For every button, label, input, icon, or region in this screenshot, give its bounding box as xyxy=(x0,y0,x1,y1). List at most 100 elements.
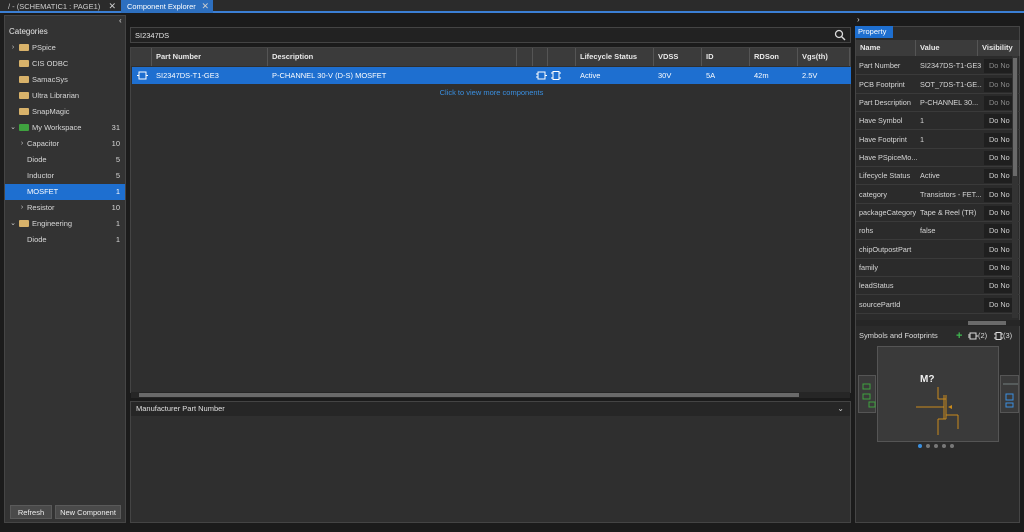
folder-icon xyxy=(19,44,29,51)
property-row[interactable]: Have Footprint 1 Do No xyxy=(856,131,1020,149)
category-count: 10 xyxy=(111,139,120,148)
table-row[interactable]: SI2347DS-T1-GE3 P-CHANNEL 30-V (D-S) MOS… xyxy=(132,67,851,84)
property-row[interactable]: Lifecycle Status Active Do No xyxy=(856,167,1020,185)
property-name: Have PSpiceMo... xyxy=(859,153,917,162)
new-component-button[interactable]: New Component xyxy=(55,505,121,519)
category-item-capacitor[interactable]: › Capacitor 10 xyxy=(5,136,125,152)
column-header-id[interactable]: ID xyxy=(702,48,750,66)
property-value: SI2347DS-T1-GE3 xyxy=(920,61,982,70)
manufacturer-panel: Manufacturer Part Number ⌄ xyxy=(130,401,851,523)
category-count: 10 xyxy=(111,203,120,212)
category-item-resistor[interactable]: › Resistor 10 xyxy=(5,200,125,216)
category-item-my-workspace[interactable]: ⌄ My Workspace 31 xyxy=(5,120,125,136)
property-column-value[interactable]: Value xyxy=(916,40,978,56)
category-label: Diode xyxy=(27,235,47,244)
symbol-count: (2) xyxy=(978,331,988,340)
workspace-icon xyxy=(19,124,29,131)
scrollbar-thumb[interactable] xyxy=(968,321,1006,325)
property-row[interactable]: Have PSpiceMo... Do No xyxy=(856,149,1020,167)
symbol-preview[interactable]: M? xyxy=(877,346,999,442)
category-item-cis-odbc[interactable]: CIS ODBC xyxy=(5,56,125,72)
column-header-symbol[interactable] xyxy=(533,48,548,66)
column-header-vgs[interactable]: Vgs(th) xyxy=(798,48,850,66)
collapse-right-icon[interactable]: › xyxy=(857,15,860,24)
property-column-name[interactable]: Name xyxy=(856,40,916,56)
property-value: Transistors - FET... xyxy=(920,190,982,199)
property-name: Lifecycle Status xyxy=(859,171,911,180)
column-header-footprint[interactable] xyxy=(548,48,576,66)
property-row[interactable]: Part Number SI2347DS-T1-GE3 Do No xyxy=(856,57,1020,75)
category-item-engineering-diode[interactable]: Diode 1 xyxy=(5,232,125,248)
carousel-dots[interactable] xyxy=(917,443,957,449)
collapse-left-icon[interactable]: ‹ xyxy=(119,16,122,25)
symbol-thumbnail[interactable] xyxy=(1000,375,1019,413)
scrollbar-thumb[interactable] xyxy=(1013,58,1017,176)
property-row[interactable]: rohs false Do No xyxy=(856,222,1020,240)
close-icon[interactable]: ✕ xyxy=(201,0,209,13)
expand-icon[interactable]: › xyxy=(18,136,26,152)
cell-part-number: SI2347DS-T1-GE3 xyxy=(156,71,219,80)
tab-component-explorer-label: Component Explorer xyxy=(127,2,196,11)
property-name: packageCategory xyxy=(859,208,917,217)
tab-property[interactable]: Property xyxy=(855,26,893,38)
column-header-blank[interactable] xyxy=(517,48,533,66)
category-count: 31 xyxy=(111,123,120,132)
chevron-down-icon[interactable]: ⌄ xyxy=(9,216,17,232)
expand-icon[interactable]: › xyxy=(18,200,26,216)
refresh-button[interactable]: Refresh xyxy=(10,505,52,519)
property-row[interactable]: family Do No xyxy=(856,259,1020,277)
property-name: Have Footprint xyxy=(859,135,907,144)
close-icon[interactable]: ✕ xyxy=(108,0,116,13)
expand-icon[interactable]: › xyxy=(9,40,17,56)
property-value: P-CHANNEL 30... xyxy=(920,98,979,107)
property-row[interactable]: sourcePartId Do No xyxy=(856,296,1020,314)
category-item-snapmagic[interactable]: SnapMagic xyxy=(5,104,125,120)
property-horizontal-scrollbar[interactable] xyxy=(856,320,1020,326)
symbols-footprints-header: Symbols and Footprints + (2) (3) xyxy=(856,329,1020,343)
column-header-vdss[interactable]: VDSS xyxy=(654,48,702,66)
property-row[interactable]: chipOutpostPart Do No xyxy=(856,241,1020,259)
category-item-inductor[interactable]: Inductor 5 xyxy=(5,168,125,184)
property-name: category xyxy=(859,190,887,199)
column-header-part-number[interactable]: Part Number xyxy=(152,48,268,66)
column-header-description[interactable]: Description xyxy=(268,48,517,66)
column-header-rdson[interactable]: RDSon xyxy=(750,48,798,66)
chevron-down-icon[interactable]: ⌄ xyxy=(9,120,17,136)
view-more-link[interactable]: Click to view more components xyxy=(131,88,852,97)
manufacturer-header[interactable]: Manufacturer Part Number ⌄ xyxy=(131,402,850,416)
footprint-preview-icon xyxy=(862,383,876,408)
tab-component-explorer[interactable]: Component Explorer ✕ xyxy=(121,0,213,13)
footprint-thumbnail[interactable] xyxy=(858,375,876,413)
category-item-pspice[interactable]: › PSpice xyxy=(5,40,125,56)
grid-horizontal-scrollbar[interactable] xyxy=(131,392,850,398)
category-item-mosfet[interactable]: MOSFET 1 xyxy=(5,184,125,200)
search-icon[interactable] xyxy=(834,29,846,41)
property-name: sourcePartId xyxy=(859,300,901,309)
folder-icon xyxy=(19,108,29,115)
footprint-icon[interactable] xyxy=(551,71,561,80)
schematic-symbol-icon[interactable] xyxy=(536,71,547,80)
property-vertical-scrollbar[interactable] xyxy=(1012,56,1018,318)
add-icon[interactable]: + xyxy=(956,329,962,343)
property-row[interactable]: PCB Footprint SOT_7DS-T1-GE... Do No xyxy=(856,76,1020,94)
column-header-lifecycle[interactable]: Lifecycle Status xyxy=(576,48,654,66)
property-row[interactable]: Part Description P-CHANNEL 30... Do No xyxy=(856,94,1020,112)
schematic-symbol-icon[interactable] xyxy=(968,332,978,340)
category-label: SamacSys xyxy=(32,75,68,84)
property-row[interactable]: leadStatus Do No xyxy=(856,277,1020,295)
tab-schematic[interactable]: / - (SCHEMATIC1 : PAGE1) ✕ xyxy=(2,0,120,13)
category-item-engineering[interactable]: ⌄ Engineering 1 xyxy=(5,216,125,232)
property-row[interactable]: category Transistors - FET... Do No xyxy=(856,186,1020,204)
property-row[interactable]: packageCategory Tape & Reel (TR) Do No xyxy=(856,204,1020,222)
scrollbar-thumb[interactable] xyxy=(139,393,799,397)
property-column-visibility[interactable]: Visibility xyxy=(978,40,1020,56)
cell-id: 5A xyxy=(706,71,716,80)
category-item-diode[interactable]: Diode 5 xyxy=(5,152,125,168)
chevron-down-icon[interactable]: ⌄ xyxy=(837,402,844,416)
category-item-ultra-librarian[interactable]: Ultra Librarian xyxy=(5,88,125,104)
property-row[interactable]: Have Symbol 1 Do No xyxy=(856,112,1020,130)
footprint-icon[interactable] xyxy=(994,332,1003,340)
category-item-samacsys[interactable]: SamacSys xyxy=(5,72,125,88)
search-input[interactable] xyxy=(135,30,815,41)
cell-vdss: 30V xyxy=(658,71,672,80)
